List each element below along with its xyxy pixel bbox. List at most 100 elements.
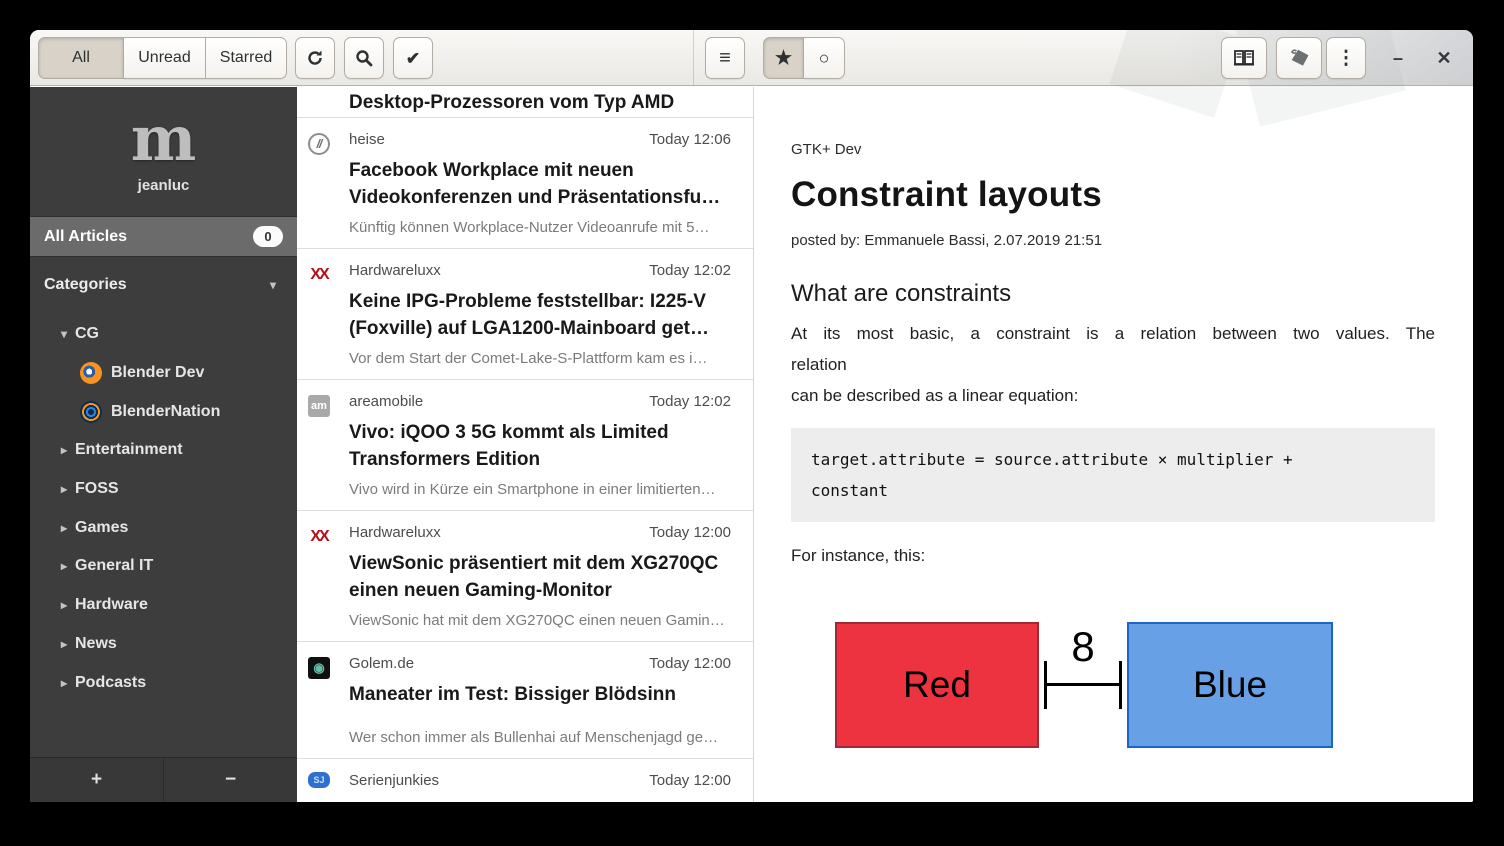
paragraph-line: At its most basic, a constraint is a rel… [791,318,1435,349]
header-separator [693,30,694,85]
search-button[interactable] [344,37,384,79]
golem-icon: ◉ [308,657,330,679]
section-heading: What are constraints [791,280,1435,308]
serienjunkies-icon: SJ [308,772,330,788]
red-box: Red [835,622,1039,748]
article-title: ViewSonic präsentiert mit dem XG270QC ei… [349,550,731,604]
minimize-icon: – [1393,48,1403,69]
article-date: Today 12:06 [649,130,731,150]
sidebar-category-cg[interactable]: ▾CG [30,315,297,354]
unread-count-badge: 0 [253,226,283,247]
book-icon [1233,49,1255,67]
hardwareluxx-icon: XX [308,526,330,548]
categories-header[interactable]: Categories ▾ [30,265,297,305]
article-list-item[interactable]: XXHardwareluxxToday 12:02Keine IPG-Probl… [297,249,753,380]
tag-button[interactable] [1276,37,1322,79]
chevron-down-icon[interactable]: ▾ [56,327,72,341]
code-line: target.attribute = source.attribute × mu… [811,444,1415,475]
item-label: BlenderNation [111,403,220,421]
article-title: Vivo: iQOO 3 5G kommt als Limited Transf… [349,419,731,473]
article-preview: Wer schon immer als Bullenhai auf Mensch… [349,728,731,748]
close-icon: ✕ [1436,48,1451,69]
sidebar-category-news[interactable]: ▸News [30,625,297,664]
article-preview: Künftig können Workplace-Nutzer Videoanr… [349,218,731,238]
blender-icon [80,362,102,384]
menu-button[interactable]: ≡ [705,37,745,79]
chevron-right-icon[interactable]: ▸ [56,521,72,535]
kebab-menu-button[interactable]: ⋮ [1326,37,1366,79]
unread-toggle-button[interactable]: ○ [804,37,845,79]
article-title: Keine IPG-Probleme feststellbar: I225-V … [349,288,731,342]
minimize-button[interactable]: – [1382,44,1414,72]
sidebar-category-hardware[interactable]: ▸Hardware [30,586,297,625]
add-feed-button[interactable]: + [30,758,163,802]
check-icon: ✔ [406,50,420,67]
blendernation-icon [80,401,102,423]
article-list-item[interactable]: ◉Golem.deToday 12:00Maneater im Test: Bi… [297,642,753,759]
item-label: News [75,635,117,653]
chevron-right-icon[interactable]: ▸ [56,676,72,690]
chevron-right-icon[interactable]: ▸ [56,559,72,573]
sidebar-category-podcasts[interactable]: ▸Podcasts [30,663,297,702]
mark-read-button[interactable]: ✔ [393,37,433,79]
article-preview: Vor dem Start der Comet-Lake-S-Plattform… [349,349,731,369]
areamobile-icon: am [308,395,330,417]
sidebar-feed-blender-dev[interactable]: Blender Dev [30,354,297,393]
paragraph-line: can be described as a linear equation: [791,380,1435,411]
service-logo: m [30,109,297,169]
article-paragraph: At its most basic, a constraint is a rel… [791,318,1435,411]
kebab-icon: ⋮ [1337,49,1356,68]
item-label: FOSS [75,480,119,498]
article-preview: Vivo wird in Kürze ein Smartphone in ein… [349,480,731,500]
constraint-value: 8 [1039,626,1127,668]
close-button[interactable]: ✕ [1428,44,1460,72]
article-list-item[interactable]: Desktop-Prozessoren vom Typ AMD Ryzen 40… [297,87,753,118]
article-list-item[interactable]: XXHardwareluxxToday 12:00ViewSonic präse… [297,511,753,642]
tab-all[interactable]: All [38,37,124,79]
constraint-connector: 8 [1039,622,1127,748]
tab-starred[interactable]: Starred [206,37,287,79]
item-label: Entertainment [75,441,183,459]
item-label: Hardware [75,596,148,614]
article-list-item[interactable]: //heiseToday 12:06Facebook Workplace mit… [297,118,753,249]
heise-icon: // [308,133,330,155]
chevron-right-icon[interactable]: ▸ [56,598,72,612]
sidebar-category-foss[interactable]: ▸FOSS [30,470,297,509]
article-title: Facebook Workplace mit neuen Videokonfer… [349,157,731,211]
blue-box: Blue [1127,622,1333,748]
item-label: CG [75,325,99,343]
star-icon: ★ [775,49,792,68]
code-line: constant [811,475,1415,506]
hamburger-icon: ≡ [719,48,731,68]
remove-feed-button[interactable]: − [163,758,297,802]
sidebar-feed-blendernation[interactable]: BlenderNation [30,392,297,431]
minus-icon: − [225,769,236,791]
chevron-right-icon[interactable]: ▸ [56,482,72,496]
chevron-right-icon[interactable]: ▸ [56,637,72,651]
header-bar: All Unread Starred ✔ [30,30,1473,86]
article-list-item[interactable]: SJ Serienjunkies Today 12:00 [297,759,753,789]
article-byline: posted by: Emmanuele Bassi, 2.07.2019 21… [791,232,1435,249]
article-date: Today 12:00 [649,654,731,674]
chevron-down-icon[interactable]: ▾ [265,278,281,292]
code-block: target.attribute = source.attribute × mu… [791,428,1435,522]
fullarticle-button[interactable] [1221,37,1267,79]
refresh-button[interactable] [295,37,335,79]
chevron-right-icon[interactable]: ▸ [56,443,72,457]
article-heading: Constraint layouts [791,175,1435,215]
search-icon [355,49,373,67]
article-list-item[interactable]: amareamobileToday 12:02Vivo: iQOO 3 5G k… [297,380,753,511]
feed-name: Serienjunkies [349,771,439,789]
star-toggle-button[interactable]: ★ [763,37,804,79]
sidebar-item-all-articles[interactable]: All Articles 0 [30,216,297,257]
article-date: Today 12:02 [649,392,731,412]
article-date: Today 12:00 [649,523,731,543]
sidebar-category-general-it[interactable]: ▸General IT [30,547,297,586]
sidebar-category-entertainment[interactable]: ▸Entertainment [30,431,297,470]
article-date: Today 12:00 [649,771,731,789]
article-title: Desktop-Prozessoren vom Typ AMD Ryzen 40… [349,89,731,118]
item-label: Podcasts [75,674,146,692]
tab-unread-label: Unread [138,49,190,67]
sidebar-category-games[interactable]: ▸Games [30,508,297,547]
tab-unread[interactable]: Unread [124,37,206,79]
